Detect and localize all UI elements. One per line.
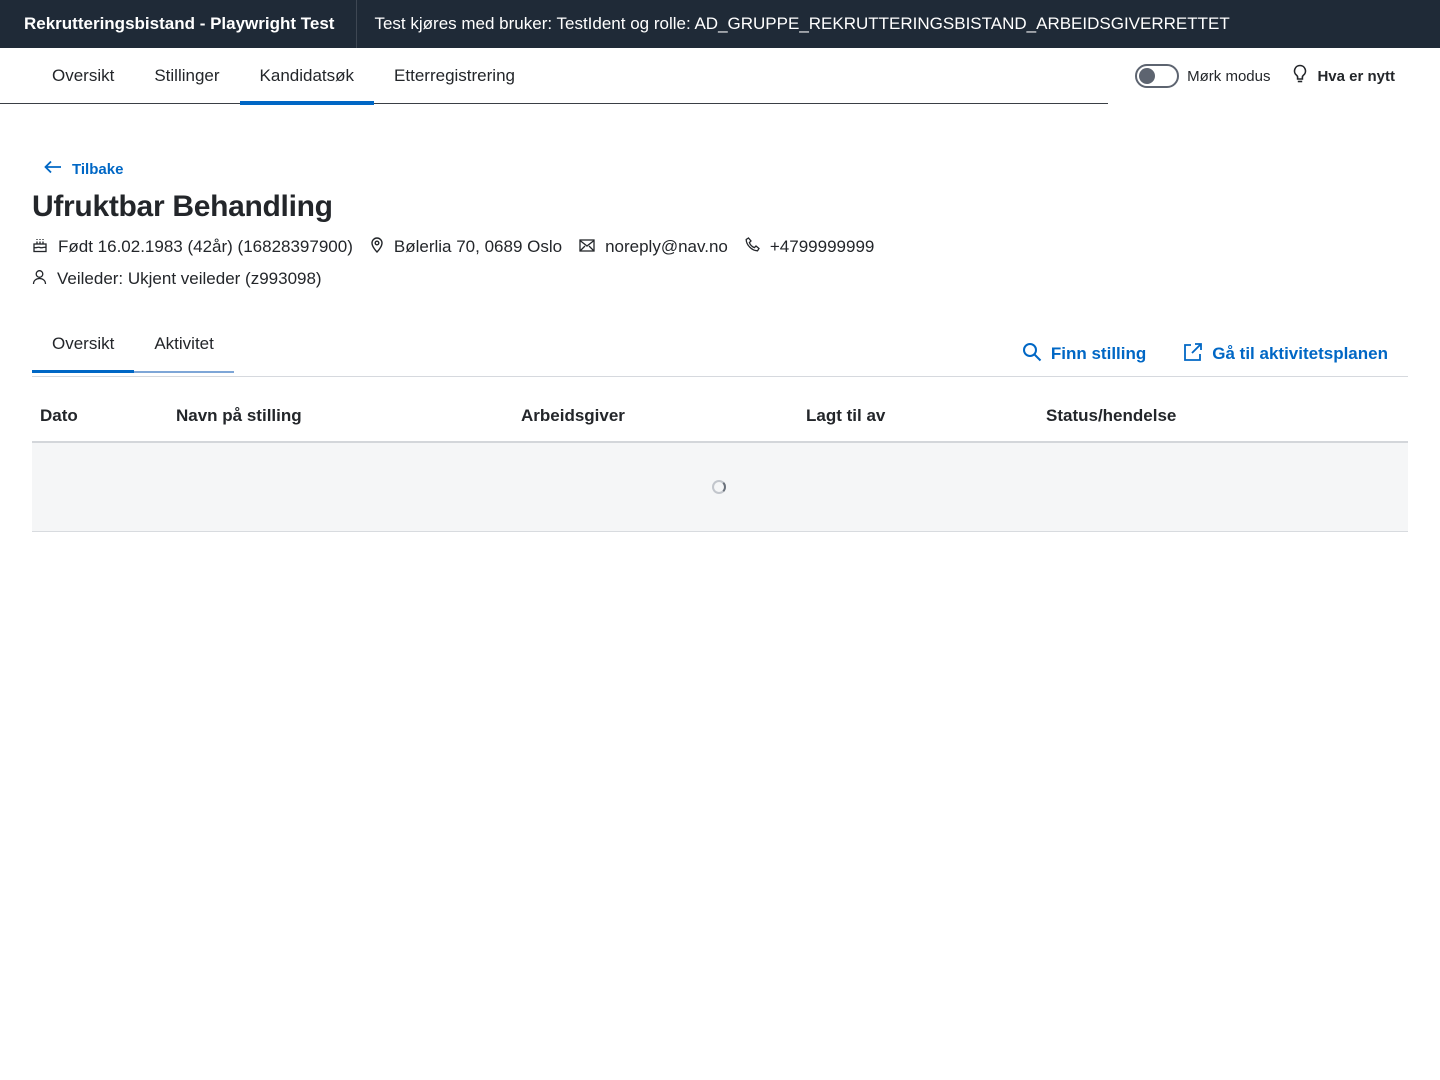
find-job-label: Finn stilling [1050, 344, 1147, 363]
back-label: Tilbake [72, 160, 124, 178]
candidate-info-row: Født 16.02.1983 (42år) (16828397900) Bøl… [32, 236, 1408, 258]
candidate-tabs-row: Oversikt Aktivitet Finn stilling Gå til … [32, 320, 1408, 377]
activity-plan-label: Gå til aktivitetsplanen [1212, 344, 1388, 363]
nav-tab-stillinger[interactable]: Stillinger [134, 48, 239, 104]
arrow-left-icon [44, 160, 72, 178]
loading-row [32, 442, 1408, 532]
dark-mode-toggle[interactable] [1135, 64, 1180, 88]
phone-text: +4799999999 [769, 237, 875, 256]
email-text: noreply@nav.no [605, 237, 728, 256]
lightbulb-icon [1292, 64, 1317, 88]
test-user-info: Test kjøres med bruker: TestIdent og rol… [374, 14, 1230, 33]
birth-text: Født 16.02.1983 (42år) (16828397900) [58, 237, 353, 256]
supervisor-text: Veileder: Ukjent veileder (z993098) [57, 269, 322, 288]
whats-new-button[interactable]: Hva er nytt [1292, 64, 1395, 88]
person-icon [32, 269, 57, 290]
envelope-icon [579, 237, 605, 257]
dark-mode-label: Mørk modus [1187, 67, 1271, 85]
main-navigation: Oversikt Stillinger Kandidatsøk Etterreg… [0, 48, 1440, 105]
candidate-name: Ufruktbar Behandling [32, 190, 333, 223]
phone-info: +4799999999 [745, 237, 874, 257]
column-header-navn[interactable]: Navn på stilling [168, 391, 513, 443]
email-info: noreply@nav.no [579, 237, 728, 257]
back-link[interactable]: Tilbake [44, 160, 123, 178]
supervisor-row: Veileder: Ukjent veileder (z993098) [32, 268, 1408, 290]
search-icon [1022, 342, 1051, 367]
nav-tab-etterregistrering[interactable]: Etterregistrering [374, 48, 535, 104]
whats-new-label: Hva er nytt [1317, 67, 1395, 85]
app-title[interactable]: Rekrutteringsbistand - Playwright Test [0, 0, 358, 48]
column-header-arbeidsgiver[interactable]: Arbeidsgiver [513, 391, 798, 443]
nav-tab-kandidatsok[interactable]: Kandidatsøk [239, 48, 375, 105]
column-header-lagt-til-av[interactable]: Lagt til av [798, 391, 1038, 443]
address-info: Bølerlia 70, 0689 Oslo [370, 236, 563, 258]
candidate-tabs: Oversikt Aktivitet [32, 320, 234, 373]
address-text: Bølerlia 70, 0689 Oslo [393, 237, 563, 256]
jobs-table: Dato Navn på stilling Arbeidsgiver Lagt … [32, 391, 1408, 532]
find-job-button[interactable]: Finn stilling [1022, 342, 1146, 367]
loading-spinner-icon [712, 480, 726, 494]
tab-aktivitet[interactable]: Aktivitet [134, 320, 234, 371]
main-content: Tilbake Ufruktbar Behandling Født 16.02.… [0, 104, 1440, 532]
column-header-status[interactable]: Status/hendelse [1038, 391, 1408, 443]
cake-icon [32, 237, 58, 258]
birth-info: Født 16.02.1983 (42år) (16828397900) [32, 237, 353, 258]
top-header: Rekrutteringsbistand - Playwright Test T… [0, 0, 1440, 48]
phone-icon [745, 237, 770, 257]
location-pin-icon [370, 236, 394, 258]
activity-plan-link[interactable]: Gå til aktivitetsplanen [1183, 342, 1388, 367]
tab-oversikt[interactable]: Oversikt [32, 320, 135, 373]
external-link-icon [1183, 342, 1212, 367]
column-header-dato[interactable]: Dato [32, 391, 168, 443]
nav-tab-oversikt[interactable]: Oversikt [32, 48, 134, 104]
